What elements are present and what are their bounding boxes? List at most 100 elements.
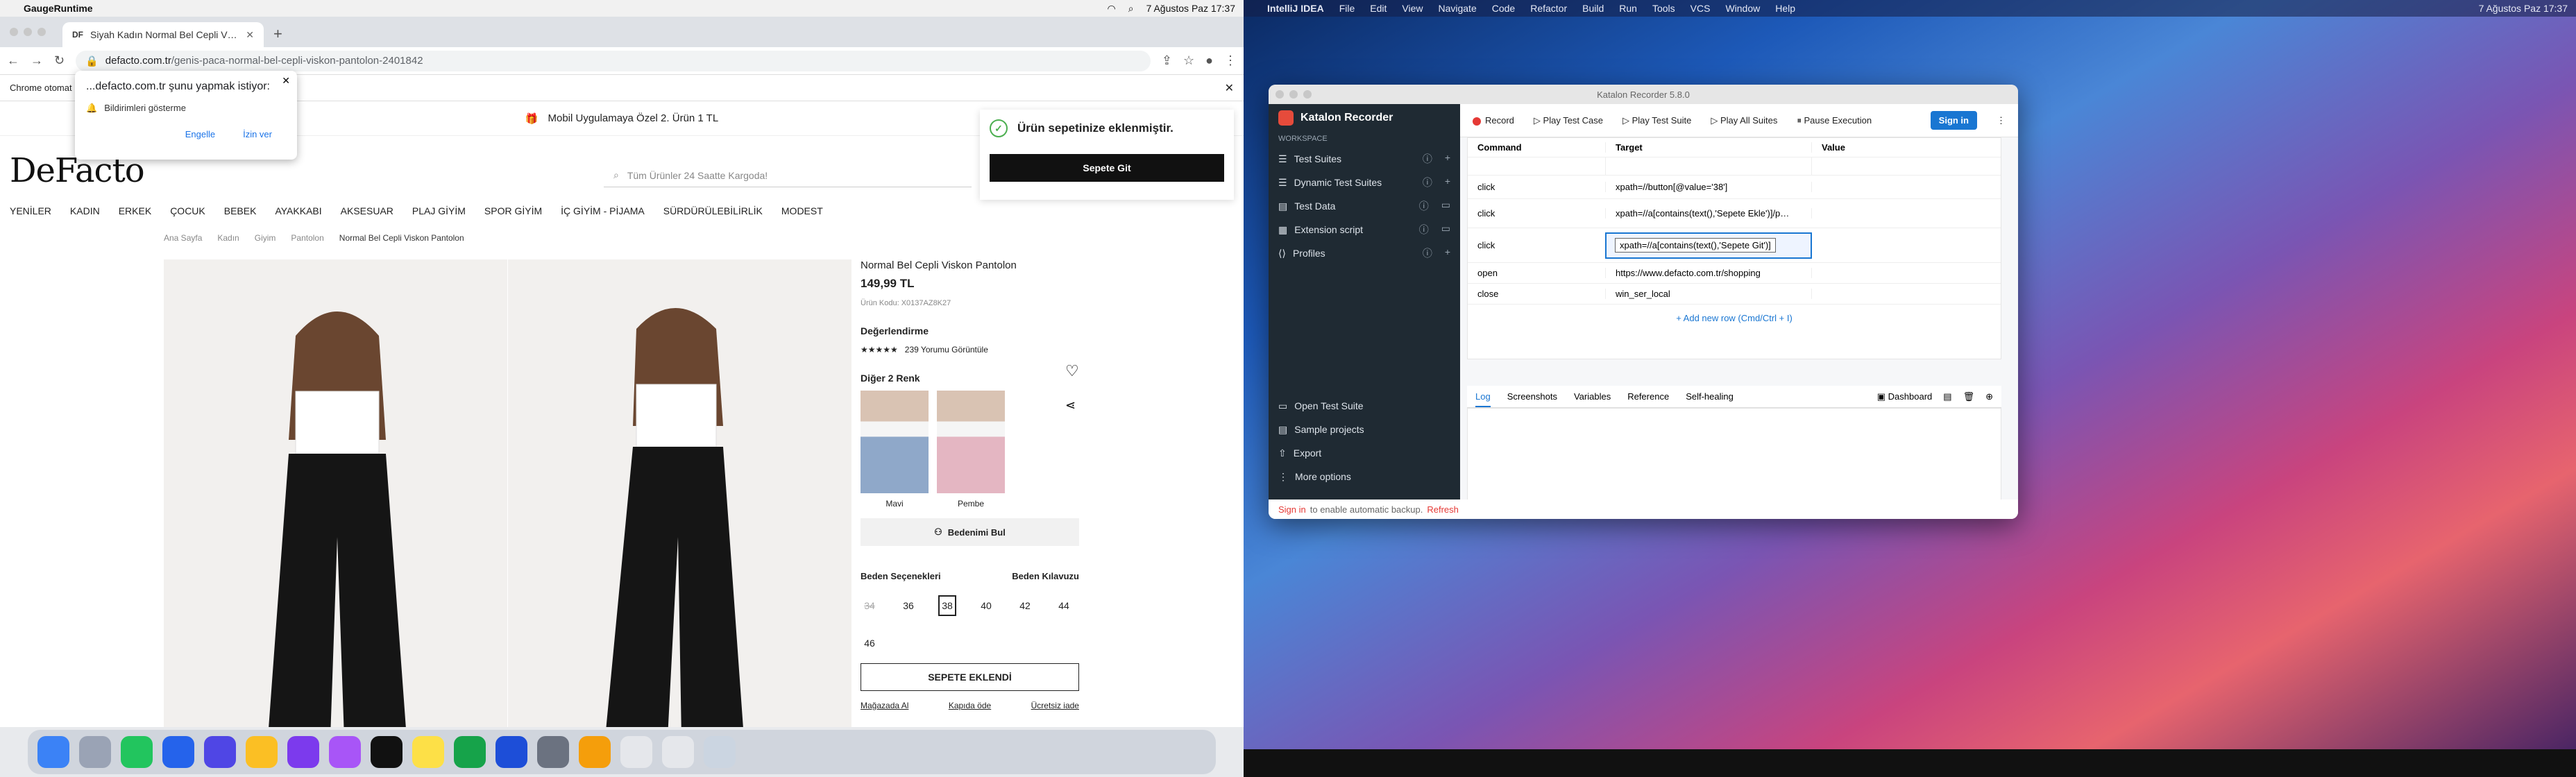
- active-app-name[interactable]: GaugeRuntime: [24, 3, 93, 14]
- sidebar-item-dynamic-test-suites[interactable]: ☰ Dynamic Test Suites ⓘ +: [1269, 171, 1460, 194]
- close-tab-icon[interactable]: ✕: [246, 29, 254, 41]
- info-icon[interactable]: ⓘ: [1423, 152, 1432, 166]
- tab-self-healing[interactable]: Self-healing: [1686, 391, 1734, 402]
- add-circle-icon[interactable]: ⊕: [1985, 391, 1993, 402]
- app-icon[interactable]: [287, 736, 319, 768]
- menu-help[interactable]: Help: [1775, 3, 1795, 14]
- nav-item[interactable]: SÜRDÜRÜLEBİLİRLİK: [663, 205, 763, 216]
- save-log-icon[interactable]: ▤: [1943, 391, 1951, 402]
- tab-reference[interactable]: Reference: [1627, 391, 1669, 402]
- table-row[interactable]: close win_ser_local: [1468, 284, 2001, 305]
- breadcrumb-item[interactable]: Pantolon: [291, 233, 323, 243]
- teams-icon[interactable]: [204, 736, 236, 768]
- close-window-button[interactable]: [1276, 90, 1284, 99]
- menu-run[interactable]: Run: [1619, 3, 1637, 14]
- sidebar-item-test-data[interactable]: ▤ Test Data ⓘ ▭: [1269, 194, 1460, 218]
- add-to-cart-button[interactable]: SEPETE EKLENDİ: [861, 663, 1079, 691]
- app-icon[interactable]: [121, 736, 153, 768]
- size-option[interactable]: 42: [1016, 595, 1034, 616]
- zoom-window-button[interactable]: [37, 28, 46, 36]
- info-icon[interactable]: ⓘ: [1423, 246, 1432, 260]
- clock[interactable]: 7 Ağustos Paz 17:37: [1146, 3, 1235, 14]
- size-option[interactable]: 34: [861, 595, 879, 616]
- size-option[interactable]: 36: [899, 595, 917, 616]
- window-thumbnail[interactable]: [620, 736, 652, 768]
- nav-item[interactable]: İÇ GİYİM - PİJAMA: [561, 205, 645, 216]
- active-app-name[interactable]: IntelliJ IDEA: [1267, 3, 1324, 14]
- close-infobar-icon[interactable]: ✕: [1225, 81, 1234, 95]
- forward-icon[interactable]: →: [31, 53, 43, 68]
- block-button[interactable]: Engelle: [185, 129, 215, 139]
- excel-icon[interactable]: [454, 736, 486, 768]
- clock[interactable]: 7 Ağustos Paz 17:37: [2479, 3, 2568, 14]
- reviews-link[interactable]: 239 Yorumu Görüntüle: [905, 345, 988, 355]
- menu-window[interactable]: Window: [1725, 3, 1760, 14]
- sidebar-item-extension-script[interactable]: ▦ Extension script ⓘ ▭: [1269, 218, 1460, 241]
- info-icon[interactable]: ⓘ: [1419, 199, 1429, 213]
- breadcrumb-item[interactable]: Giyim: [255, 233, 276, 243]
- target-input[interactable]: xpath=//a[contains(text(),'Sepete Git')]: [1615, 238, 1776, 253]
- nav-item[interactable]: PLAJ GİYİM: [412, 205, 466, 216]
- minimize-window-button[interactable]: [24, 28, 32, 36]
- nav-item[interactable]: AKSESUAR: [341, 205, 393, 216]
- close-popup-icon[interactable]: ✕: [282, 75, 290, 87]
- menu-navigate[interactable]: Navigate: [1438, 3, 1476, 14]
- menu-file[interactable]: File: [1339, 3, 1355, 14]
- record-button[interactable]: Record: [1473, 115, 1514, 126]
- app-icon[interactable]: [329, 736, 361, 768]
- size-option[interactable]: 40: [977, 595, 995, 616]
- sidebar-item-test-suites[interactable]: ☰ Test Suites ⓘ +: [1269, 147, 1460, 171]
- add-icon[interactable]: +: [1445, 246, 1450, 260]
- folder-icon[interactable]: ▭: [1441, 199, 1450, 213]
- table-row[interactable]: [1468, 157, 2001, 176]
- play-test-case-button[interactable]: ▷ Play Test Case: [1534, 115, 1603, 126]
- dashboard-button[interactable]: ▣ Dashboard: [1877, 391, 1933, 402]
- size-option[interactable]: 44: [1055, 595, 1073, 616]
- minimize-window-button[interactable]: [1289, 90, 1298, 99]
- size-option-selected[interactable]: 38: [938, 595, 956, 616]
- sample-projects-link[interactable]: ▤ Sample projects: [1269, 418, 1460, 441]
- target-editor[interactable]: xpath=//a[contains(text(),'Sepete Git')]: [1605, 232, 1812, 259]
- settings-icon[interactable]: [537, 736, 569, 768]
- word-icon[interactable]: [495, 736, 527, 768]
- nav-item[interactable]: ERKEK: [119, 205, 151, 216]
- nav-item[interactable]: KADIN: [70, 205, 100, 216]
- allow-button[interactable]: İzin ver: [243, 129, 272, 139]
- kebab-icon[interactable]: ⋮: [1997, 115, 2006, 126]
- share-icon[interactable]: ⇪: [1162, 53, 1172, 68]
- url-field[interactable]: 🔒 defacto.com.tr/genis-paca-normal-bel-c…: [76, 50, 1151, 71]
- menu-edit[interactable]: Edit: [1370, 3, 1387, 14]
- wifi-icon[interactable]: ◠: [1108, 3, 1116, 15]
- menu-kebab-icon[interactable]: ⋮: [1224, 53, 1237, 68]
- more-options-link[interactable]: ⋮ More options: [1269, 465, 1460, 488]
- nav-item[interactable]: MODEST: [781, 205, 823, 216]
- menu-build[interactable]: Build: [1582, 3, 1604, 14]
- profile-icon[interactable]: ●: [1205, 53, 1213, 68]
- refresh-link[interactable]: Refresh: [1427, 504, 1459, 515]
- sign-in-button[interactable]: Sign in: [1930, 111, 1977, 130]
- sidebar-item-profiles[interactable]: ⟨⟩ Profiles ⓘ +: [1269, 241, 1460, 265]
- clear-log-icon[interactable]: 🗑: [1963, 391, 1975, 402]
- play-all-suites-button[interactable]: ▷ Play All Suites: [1711, 115, 1777, 126]
- play-test-suite-button[interactable]: ▷ Play Test Suite: [1622, 115, 1691, 126]
- menu-view[interactable]: View: [1402, 3, 1423, 14]
- target-cell[interactable]: win_ser_local: [1605, 289, 1812, 299]
- command-cell[interactable]: open: [1468, 268, 1605, 278]
- product-photo-front[interactable]: [164, 259, 507, 727]
- nav-item[interactable]: BEBEK: [224, 205, 257, 216]
- breadcrumb-item[interactable]: Ana Sayfa: [164, 233, 202, 243]
- free-return-link[interactable]: Ücretsiz iade: [1031, 701, 1079, 710]
- info-icon[interactable]: ⓘ: [1419, 223, 1429, 237]
- table-row[interactable]: open https://www.defacto.com.tr/shopping: [1468, 263, 2001, 284]
- site-search-input[interactable]: ⌕ Tüm Ürünler 24 Saatte Kargoda!: [604, 164, 972, 187]
- bookmark-star-icon[interactable]: ☆: [1183, 53, 1194, 68]
- menu-tools[interactable]: Tools: [1652, 3, 1675, 14]
- chrome-icon[interactable]: [246, 736, 278, 768]
- nav-item[interactable]: SPOR GİYİM: [484, 205, 542, 216]
- back-icon[interactable]: ←: [7, 53, 19, 68]
- window-thumbnail[interactable]: [662, 736, 694, 768]
- table-row-editing[interactable]: click xpath=//a[contains(text(),'Sepete G…: [1468, 228, 2001, 263]
- export-link[interactable]: ⇧ Export: [1269, 441, 1460, 465]
- size-guide-link[interactable]: Beden Kılavuzu: [1012, 571, 1079, 581]
- open-test-suite-link[interactable]: ▭ Open Test Suite: [1269, 394, 1460, 418]
